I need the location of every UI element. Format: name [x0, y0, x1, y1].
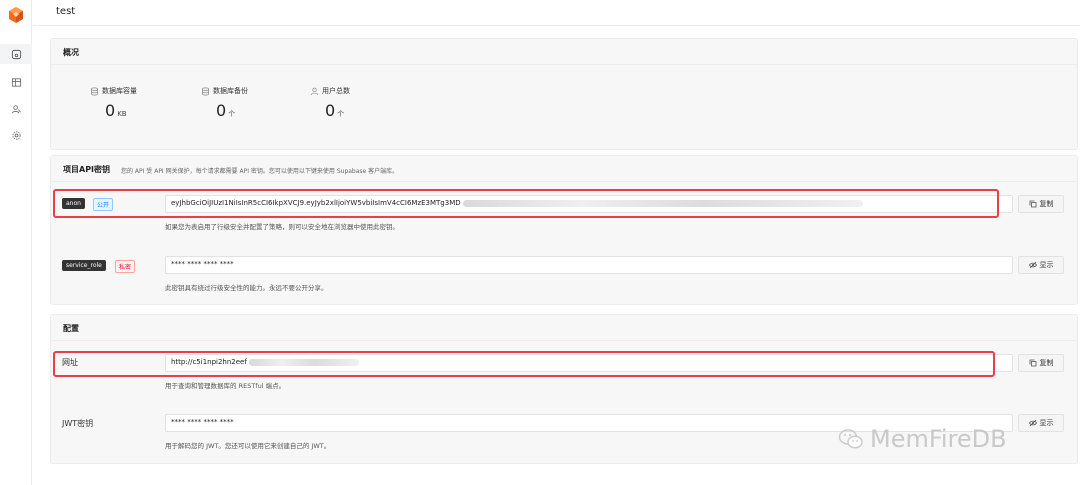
wechat-icon	[838, 429, 863, 449]
jwt-helper-text: 用于解码您的 JWT。您还可以使用它来创建自己的 JWT。	[165, 442, 331, 450]
api-keys-title: 项目API密钥	[63, 165, 111, 174]
stat-unit: 个	[337, 110, 345, 118]
config-card-header: 配置	[51, 315, 1077, 341]
copy-url-button[interactable]: 复制	[1018, 354, 1064, 372]
copy-icon	[1029, 359, 1036, 367]
top-bar: test	[33, 0, 1080, 26]
service-role-helper-text: 此密钥具有绕过行级安全性的能力。永远不要公开分享。	[165, 284, 328, 292]
highlight-box-url	[53, 351, 995, 377]
watermark-text: MemFireDB	[870, 425, 1007, 453]
stat-db-backups: 数据库备份 0个	[201, 86, 301, 120]
copy-anon-button[interactable]: 复制	[1018, 195, 1064, 213]
stat-total-users: 用户总数 0个	[310, 86, 410, 120]
database-icon	[90, 87, 99, 95]
sidebar-item-tables[interactable]	[9, 75, 23, 89]
jwt-label: JWT密钥	[62, 419, 94, 428]
dashboard-icon	[11, 49, 21, 59]
stat-value: 0 KB	[105, 101, 127, 120]
api-keys-description: 您的 API 受 API 网关保护，每个请求都需要 API 密钥。您可以使用以下…	[121, 168, 399, 175]
service-role-key-field[interactable]: **** **** **** ****	[165, 256, 1013, 274]
stat-db-capacity: 数据库容量 0 KB	[90, 86, 190, 120]
jwt-secret-value: **** **** **** ****	[171, 418, 234, 426]
stat-unit: 个	[228, 110, 236, 118]
show-service-role-button[interactable]: 显示	[1018, 256, 1064, 274]
database-icon	[201, 87, 210, 95]
overview-card-header: 概况	[51, 39, 1077, 65]
highlight-box-anon	[53, 189, 999, 218]
stat-value: 0个	[325, 101, 345, 120]
users-icon	[11, 104, 21, 113]
anon-helper-text: 如果您为表启用了行级安全并配置了策略，则可以安全地在浏览器中使用此密钥。	[165, 223, 399, 231]
stat-label: 用户总数	[322, 87, 350, 95]
config-title: 配置	[63, 324, 79, 333]
stat-label: 数据库容量	[102, 87, 137, 95]
service-role-key-value: **** **** **** ****	[171, 260, 234, 268]
eye-off-icon	[1028, 261, 1037, 269]
service-role-tag: service_role	[62, 260, 106, 271]
stat-unit: KB	[117, 110, 127, 118]
api-keys-card-header: 项目API密钥 您的 API 受 API 网关保护，每个请求都需要 API 密钥…	[51, 156, 1077, 182]
url-helper-text: 用于查询和管理数据库的 RESTful 端点。	[165, 382, 286, 390]
sidebar-item-dashboard[interactable]	[0, 44, 32, 64]
page-title: test	[56, 6, 76, 17]
copy-icon	[1029, 200, 1036, 208]
sidebar-item-settings[interactable]	[9, 128, 23, 142]
sidebar	[0, 0, 32, 485]
show-jwt-button[interactable]: 显示	[1018, 414, 1064, 432]
app-logo[interactable]	[7, 6, 25, 24]
sidebar-item-users[interactable]	[9, 102, 23, 116]
table-icon	[11, 77, 21, 87]
user-icon	[310, 87, 319, 95]
overview-title: 概况	[63, 48, 79, 57]
secret-badge: 私密	[115, 260, 136, 273]
eye-off-icon	[1028, 419, 1037, 427]
stat-label: 数据库备份	[213, 87, 248, 95]
stat-value: 0个	[216, 101, 236, 120]
gear-icon	[11, 130, 21, 140]
watermark: MemFireDB	[838, 425, 1007, 453]
